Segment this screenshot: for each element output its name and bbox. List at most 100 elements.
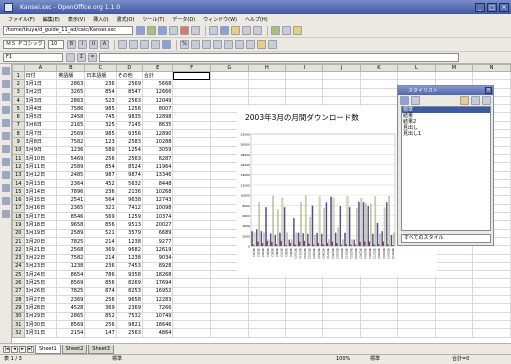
cell[interactable]: 12283 xyxy=(141,294,174,305)
mail-icon[interactable] xyxy=(169,26,178,35)
cell[interactable]: 4528 xyxy=(56,303,86,313)
cell[interactable]: 3059 xyxy=(141,145,174,155)
cell[interactable] xyxy=(285,319,324,330)
cell[interactable]: 2369 xyxy=(115,303,143,313)
copy-icon[interactable] xyxy=(220,26,229,35)
row-header[interactable]: 4 xyxy=(12,95,25,106)
row-header[interactable]: 20 xyxy=(12,228,25,238)
cell[interactable]: 18646 xyxy=(141,319,174,330)
font-size-box[interactable]: 10 xyxy=(48,40,64,49)
row-header[interactable]: 21 xyxy=(12,236,25,247)
cell[interactable]: 9835 xyxy=(115,112,143,122)
cell[interactable] xyxy=(247,278,287,288)
cell[interactable]: 10098 xyxy=(141,203,174,214)
menu-insert[interactable]: 挿入(I) xyxy=(89,16,112,23)
column-header[interactable]: F xyxy=(172,64,211,72)
cell[interactable]: 2369 xyxy=(56,294,86,305)
cell[interactable]: 2165 xyxy=(56,120,86,131)
cell[interactable]: 9638 xyxy=(115,195,143,205)
cell[interactable]: 8654 xyxy=(56,270,86,280)
font-color-alt-icon[interactable] xyxy=(268,40,277,49)
cell[interactable]: 3月26日 xyxy=(23,286,58,297)
cut-icon[interactable] xyxy=(209,26,218,35)
cell[interactable] xyxy=(322,95,361,106)
cell[interactable] xyxy=(172,79,211,89)
cell[interactable]: 3月12日 xyxy=(23,170,58,180)
cell[interactable] xyxy=(172,270,211,280)
cell[interactable] xyxy=(434,270,474,280)
row-header[interactable]: 17 xyxy=(12,203,25,214)
cell[interactable] xyxy=(172,303,211,313)
cell[interactable] xyxy=(434,278,474,288)
menu-edit[interactable]: 編集(E) xyxy=(39,16,64,23)
align-center-icon[interactable] xyxy=(129,40,138,49)
cell[interactable] xyxy=(247,286,287,297)
row-header[interactable]: 13 xyxy=(12,170,25,180)
cell[interactable]: 3月21日 xyxy=(23,245,58,255)
cell[interactable] xyxy=(172,195,211,205)
cell[interactable] xyxy=(172,261,211,272)
cell[interactable] xyxy=(472,294,511,305)
cell[interactable]: 569 xyxy=(84,212,117,222)
cell[interactable]: 8253 xyxy=(115,286,143,297)
name-box[interactable]: F1 xyxy=(3,53,63,62)
sheet-tab-1[interactable]: Sheet1 xyxy=(35,344,61,354)
cell[interactable]: 3月3日 xyxy=(23,95,58,106)
cell[interactable]: 9358 xyxy=(115,270,143,280)
cell[interactable]: 8569 xyxy=(56,319,86,330)
cell[interactable]: 1256 xyxy=(115,104,143,114)
cell[interactable]: 2365 xyxy=(56,203,86,214)
fill-format-icon[interactable] xyxy=(460,96,469,105)
cell[interactable]: 854 xyxy=(84,87,117,97)
row-header[interactable]: 30 xyxy=(12,311,25,321)
cell[interactable]: 2485 xyxy=(56,170,86,180)
cell[interactable]: 236 xyxy=(84,261,117,272)
bold-icon[interactable]: B xyxy=(67,40,76,49)
cell[interactable] xyxy=(359,79,399,89)
cell[interactable]: 12743 xyxy=(141,195,174,205)
autofilter-icon[interactable] xyxy=(2,171,10,179)
cell[interactable]: 854 xyxy=(84,162,117,172)
cell[interactable]: 1259 xyxy=(115,212,143,222)
menu-data[interactable]: データ(D) xyxy=(168,16,199,23)
cell[interactable]: 7453 xyxy=(115,261,143,272)
cell[interactable] xyxy=(322,294,361,305)
column-header[interactable]: H xyxy=(247,64,287,72)
cell[interactable] xyxy=(172,95,211,106)
cell[interactable]: 2563 xyxy=(115,328,143,338)
cell[interactable]: 2865 xyxy=(56,311,86,321)
cell[interactable]: 3月13日 xyxy=(23,178,58,189)
cell[interactable] xyxy=(172,220,211,230)
cell[interactable]: 3月16日 xyxy=(23,203,58,214)
style-item[interactable]: 見出し1 xyxy=(402,131,490,137)
cell[interactable]: 1238 xyxy=(115,253,143,263)
cell[interactable]: 4864 xyxy=(141,328,174,338)
cell[interactable]: 7586 xyxy=(56,104,86,114)
cell[interactable]: 6689 xyxy=(141,228,174,238)
undo-icon[interactable] xyxy=(242,26,251,35)
cell[interactable]: 2563 xyxy=(115,95,143,106)
cell[interactable] xyxy=(172,87,211,97)
cell[interactable] xyxy=(397,311,436,321)
cell[interactable] xyxy=(172,286,211,297)
row-header[interactable]: 12 xyxy=(12,162,25,172)
cell[interactable] xyxy=(359,328,399,338)
outdent-icon[interactable] xyxy=(235,40,244,49)
row-header[interactable]: 28 xyxy=(12,294,25,305)
cell[interactable] xyxy=(285,294,324,305)
cell[interactable]: 256 xyxy=(84,153,117,164)
cell[interactable]: 985 xyxy=(84,129,117,139)
cell[interactable] xyxy=(209,311,249,321)
cell[interactable]: 369 xyxy=(84,303,117,313)
cell[interactable] xyxy=(172,170,211,180)
cell[interactable]: 1238 xyxy=(56,261,86,272)
app-icon[interactable] xyxy=(4,2,13,12)
row-header[interactable]: 18 xyxy=(12,212,25,222)
cell[interactable] xyxy=(322,319,361,330)
menu-view[interactable]: 表示(V) xyxy=(64,16,89,23)
cell[interactable]: 745 xyxy=(84,112,117,122)
path-field[interactable]: /home/tkuya/d_guide_11_ad/calc/Kansei.sx… xyxy=(3,26,133,35)
cell[interactable]: 1238 xyxy=(115,236,143,247)
cell[interactable] xyxy=(172,203,211,214)
cell[interactable]: 日付 xyxy=(23,70,58,81)
